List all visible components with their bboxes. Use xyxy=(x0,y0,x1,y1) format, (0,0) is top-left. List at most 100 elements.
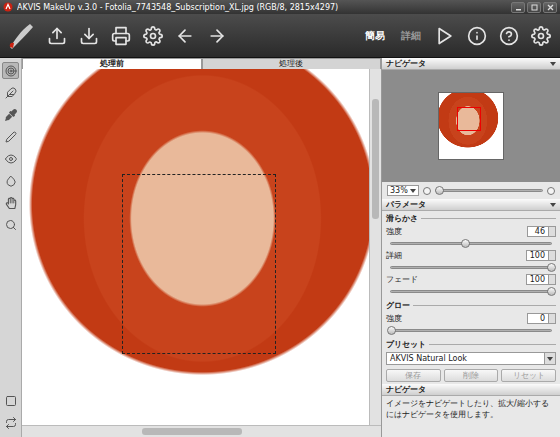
open-button[interactable] xyxy=(46,25,68,47)
slider-label: フェード xyxy=(386,274,418,285)
maximize-button[interactable] xyxy=(527,2,541,13)
scroll-thumb[interactable] xyxy=(142,428,242,435)
navigator-thumbnail[interactable] xyxy=(438,92,504,160)
preset-select[interactable]: AKVIS Natural Look xyxy=(386,352,556,365)
slider-head: 強度 46 xyxy=(386,226,556,237)
tool-icon xyxy=(5,153,17,165)
slider-track[interactable] xyxy=(390,329,552,332)
slider-thumb[interactable] xyxy=(547,287,556,296)
help-header: ナビゲータ xyxy=(382,384,560,396)
printer-icon xyxy=(111,26,131,46)
tool-icon xyxy=(5,87,17,99)
tool-button[interactable] xyxy=(2,106,19,123)
help-button[interactable] xyxy=(498,25,520,47)
toolbar: 簡易詳細 xyxy=(0,14,560,58)
slider-head: 強度0 xyxy=(386,313,556,324)
settings-button[interactable] xyxy=(142,25,164,47)
dropdown-arrow[interactable] xyxy=(544,353,555,364)
spin-icon[interactable] xyxy=(548,251,555,260)
slider xyxy=(386,264,556,269)
navigator-preview xyxy=(382,70,560,182)
view-icon xyxy=(5,417,17,429)
tool-button[interactable] xyxy=(2,150,19,167)
info-button[interactable] xyxy=(466,25,488,47)
play-icon xyxy=(435,26,455,46)
view-button[interactable] xyxy=(2,414,19,431)
panel-header[interactable]: ナビゲータ xyxy=(382,58,560,70)
tool-icon xyxy=(5,175,17,187)
tool-button[interactable] xyxy=(2,194,19,211)
zoom-out-button[interactable] xyxy=(423,187,431,195)
print-button[interactable] xyxy=(110,25,132,47)
parameter-group: 滑らかさ強度46詳細100フェード100 xyxy=(382,211,560,298)
arrow-right-icon xyxy=(207,26,227,46)
value-field[interactable]: 46 xyxy=(527,226,556,237)
view-tab[interactable]: 処理後 xyxy=(202,58,382,69)
view-button[interactable] xyxy=(2,392,19,409)
slider-track[interactable] xyxy=(390,290,552,293)
zoom-select[interactable]: 33% xyxy=(387,185,419,196)
horizontal-scrollbar[interactable] xyxy=(22,425,381,437)
slider xyxy=(386,240,556,245)
image-row xyxy=(22,69,381,425)
value-field[interactable]: 0 xyxy=(527,313,556,324)
title-bar: AKVIS MakeUp v.3.0 - Fotolia_7743548_Sub… xyxy=(0,0,560,14)
slider-head: フェード 100 xyxy=(386,274,556,285)
close-button[interactable] xyxy=(543,2,557,13)
undo-button[interactable] xyxy=(174,25,196,47)
slider-thumb[interactable] xyxy=(435,186,444,195)
preset-button[interactable]: 削除 xyxy=(444,369,499,382)
mode-tab[interactable]: 詳細 xyxy=(398,27,424,45)
slider-label: 強度 xyxy=(386,226,402,237)
zoom-slider[interactable] xyxy=(435,189,543,192)
slider-row: フェード 100 xyxy=(386,274,556,296)
view-frame[interactable] xyxy=(457,107,481,131)
tool-button[interactable] xyxy=(2,84,19,101)
mode-tab[interactable]: 簡易 xyxy=(362,27,388,45)
selection-rectangle[interactable] xyxy=(122,174,276,354)
parameter-group: グロー強度0 xyxy=(382,298,560,337)
slider-track[interactable] xyxy=(390,242,552,245)
scroll-thumb[interactable] xyxy=(372,99,379,219)
preferences-button[interactable] xyxy=(530,25,552,47)
slider xyxy=(386,288,556,293)
slider-head: 詳細100 xyxy=(386,250,556,261)
preset-button[interactable]: 保存 xyxy=(386,369,441,382)
download-icon xyxy=(79,26,99,46)
run-button[interactable] xyxy=(434,25,456,47)
photo[interactable] xyxy=(22,69,369,425)
zoom-row: 33% xyxy=(382,182,560,199)
spin-icon[interactable] xyxy=(548,275,555,284)
preset-button[interactable]: リセット xyxy=(501,369,556,382)
tool-column xyxy=(0,58,22,437)
slider-thumb[interactable] xyxy=(547,263,556,272)
slider-thumb[interactable] xyxy=(461,239,470,248)
preset-buttons: 保存削除リセット xyxy=(386,367,556,382)
slider-track[interactable] xyxy=(390,266,552,269)
group-title: プリセット xyxy=(386,339,556,350)
dropdown-icon xyxy=(410,189,416,193)
view-tab[interactable]: 処理前 xyxy=(22,58,202,69)
spin-icon[interactable] xyxy=(548,314,555,323)
save-button[interactable] xyxy=(78,25,100,47)
slider-thumb[interactable] xyxy=(387,326,396,335)
tool-button[interactable] xyxy=(2,128,19,145)
tool-button[interactable] xyxy=(2,216,19,233)
tool-button[interactable] xyxy=(2,62,19,79)
minimize-icon xyxy=(515,4,522,11)
redo-button[interactable] xyxy=(206,25,228,47)
spin-icon[interactable] xyxy=(548,227,555,236)
panel-header[interactable]: パラメータ xyxy=(382,199,560,211)
zoom-in-button[interactable] xyxy=(547,187,555,195)
canvas-panel: 処理前処理後 xyxy=(22,58,382,437)
tool-icon xyxy=(5,219,17,231)
minimize-button[interactable] xyxy=(511,2,525,13)
value-field[interactable]: 100 xyxy=(526,250,556,261)
maximize-icon xyxy=(531,4,538,11)
gear-icon xyxy=(531,26,551,46)
slider-row: 強度 46 xyxy=(386,226,556,248)
vertical-scrollbar[interactable] xyxy=(369,69,381,425)
tool-button[interactable] xyxy=(2,172,19,189)
tool-icon xyxy=(5,65,17,77)
value-field[interactable]: 100 xyxy=(526,274,556,285)
